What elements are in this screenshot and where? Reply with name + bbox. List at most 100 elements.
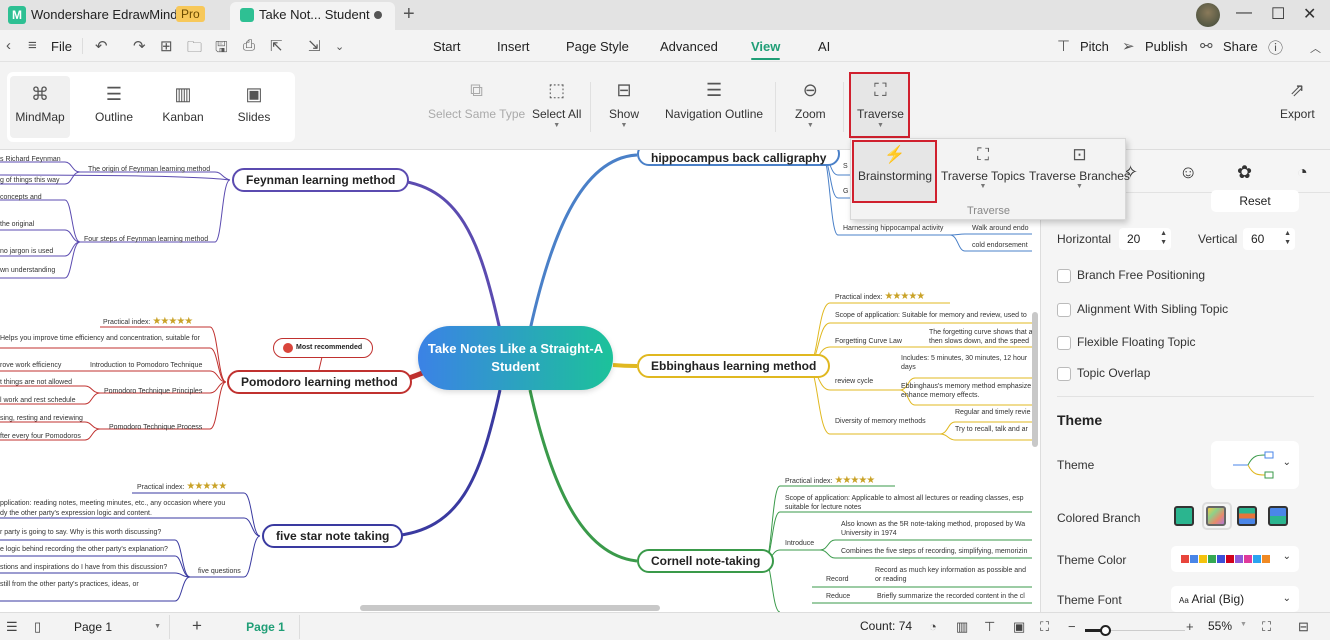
leaf-topic[interactable]: still from the other party's practices, … [0, 581, 139, 588]
leaf-topic[interactable]: sing, resting and reviewing [0, 415, 83, 422]
maximize-button[interactable]: ☐ [1271, 4, 1285, 24]
user-avatar[interactable] [1196, 3, 1220, 27]
subtopic[interactable]: Introduction to Pomodoro Technique [90, 362, 202, 369]
practical-index[interactable]: Practical index: ★★★★★ [785, 475, 875, 486]
brainstorming-button[interactable]: ⚡ Brainstorming [858, 145, 932, 183]
leaf-topic[interactable]: then slows down, and the speed [929, 338, 1029, 345]
unsaved-dot-icon[interactable] [374, 11, 382, 19]
pitch-icon[interactable]: ⊤ [1057, 37, 1070, 55]
practical-index[interactable]: Practical index: ★★★★★ [835, 291, 925, 302]
theme-flower-icon[interactable]: ✿ [1237, 162, 1252, 183]
subtopic[interactable]: Four steps of Feynman learning method [84, 236, 208, 243]
colored-branch-option-1[interactable] [1174, 506, 1194, 526]
subtopic[interactable]: Record [826, 576, 849, 583]
reset-button[interactable]: Reset [1211, 190, 1299, 212]
leaf-topic[interactable]: Combines the five steps of recording, si… [841, 548, 1027, 555]
leaf-topic[interactable]: Regular and timely revie [955, 409, 1030, 416]
subtopic[interactable]: Pomodoro Technique Principles [104, 388, 202, 395]
checkbox[interactable] [1057, 303, 1071, 317]
spinner-arrows-icon[interactable]: ▲ ▼ [1284, 229, 1291, 247]
subtopic[interactable]: Introduce [785, 540, 814, 547]
leaf-topic[interactable]: Also known as the 5R note-taking method,… [841, 521, 1025, 528]
horizontal-spacing-input[interactable]: 20 ▲ ▼ [1119, 228, 1171, 250]
subtopic[interactable]: review cycle [835, 378, 873, 385]
leaf-topic[interactable]: dy the other party's expression logic an… [0, 510, 152, 517]
leaf-topic[interactable]: Helps you improve time efficiency and co… [0, 335, 200, 342]
zoom-out-button[interactable]: − [1068, 619, 1076, 634]
leaf-topic[interactable]: pplication: reading notes, meeting minut… [0, 500, 225, 507]
topic-ebbinghaus[interactable]: Ebbinghaus learning method [637, 354, 831, 378]
new-icon[interactable]: ⊞ [160, 37, 173, 55]
navigation-outline-button[interactable]: ☰ Navigation Outline [665, 80, 763, 121]
back-icon[interactable]: ‹ [6, 37, 11, 54]
colored-branch-option-4[interactable] [1268, 506, 1288, 526]
subtopic[interactable]: Scope of application: Applicable to almo… [785, 495, 1024, 502]
leaf-topic[interactable]: stions and inspirations do I have from t… [0, 564, 167, 571]
share-icon[interactable]: ⚯ [1200, 37, 1213, 55]
leaf-topic[interactable]: rove work efficiency [0, 362, 61, 369]
navigation-outline-icon[interactable]: ☰ [6, 619, 18, 635]
tab-ai[interactable]: AI [818, 39, 830, 54]
emoji-icon[interactable]: ☺ [1179, 162, 1197, 183]
fullscreen-icon[interactable]: ⛶ [1262, 619, 1271, 635]
traverse-branches-button[interactable]: ⊡ Traverse Branches ▼ [1029, 145, 1130, 190]
subtopic[interactable]: Pomodoro Technique Process [109, 424, 202, 431]
book-view-icon[interactable]: ▥ [956, 619, 968, 635]
practical-index[interactable]: Practical index: ★★★★★ [137, 481, 227, 492]
tab-insert[interactable]: Insert [497, 39, 530, 54]
leaf-topic[interactable]: enhance memory effects. [901, 392, 979, 399]
tab-start[interactable]: Start [433, 39, 460, 54]
leaf-topic[interactable]: no jargon is used [0, 248, 53, 255]
topic-hippocampus[interactable]: hippocampus back calligraphy [637, 150, 841, 166]
leaf-topic[interactable]: The forgetting curve shows that a [929, 329, 1033, 336]
spinner-arrows-icon[interactable]: ▲ ▼ [1160, 229, 1167, 247]
subtopic[interactable]: Scope of application: Suitable for memor… [835, 312, 1027, 319]
publish-icon[interactable]: ➢ [1122, 37, 1135, 55]
page-selector[interactable]: Page 1 ▼ [64, 615, 170, 639]
practical-index[interactable]: Practical index: ★★★★★ [103, 316, 193, 327]
share-button[interactable]: Share [1223, 39, 1258, 54]
leaf-topic[interactable]: Briefly summarize the recorded content i… [877, 593, 1025, 600]
leaf-topic[interactable]: fter every four Pomodoros [0, 433, 81, 440]
colored-branch-option-3[interactable] [1237, 506, 1257, 526]
tab-page-style[interactable]: Page Style [566, 39, 629, 54]
leaf-topic[interactable]: r party is going to say. Why is this wor… [0, 529, 161, 536]
leaf-topic[interactable]: or reading [875, 576, 907, 583]
new-tab-button[interactable]: + [403, 3, 415, 26]
fit-width-icon[interactable]: ⊟ [1298, 619, 1309, 635]
show-button[interactable]: ⊟ Show ▼ [609, 80, 639, 129]
page-panel-icon[interactable]: ▯ [34, 619, 41, 635]
help-icon[interactable]: ⓘ [1268, 37, 1283, 58]
leaf-topic[interactable]: concepts and [0, 194, 42, 201]
zoom-level[interactable]: 55% [1208, 619, 1232, 633]
fullscreen-fit-icon[interactable]: ⛶ [1040, 619, 1049, 635]
document-tab[interactable]: Take Not... Student [230, 2, 395, 30]
print-icon[interactable]: ⎙ [243, 37, 255, 54]
redo-icon[interactable]: ↷ [133, 37, 146, 55]
slides-view-button[interactable]: ▣ Slides [224, 76, 284, 138]
subtopic[interactable]: Diversity of memory methods [835, 418, 926, 425]
pitch-button[interactable]: Pitch [1080, 39, 1109, 54]
outline-view-button[interactable]: ☰ Outline [84, 76, 144, 138]
topic-five-star[interactable]: five star note taking [262, 524, 404, 548]
topic-cornell[interactable]: Cornell note-taking [637, 549, 775, 573]
checkbox[interactable] [1057, 367, 1071, 381]
file-menu[interactable]: File [51, 39, 72, 54]
history-clock-icon[interactable]: ◔ [1297, 162, 1308, 183]
leaf-topic[interactable]: t things are not allowed [0, 379, 72, 386]
central-topic[interactable]: Take Notes Like a Straight-A Student [418, 326, 613, 390]
subtopic[interactable]: suitable for lecture notes [785, 504, 861, 511]
leaf-topic[interactable]: Try to recall, talk and ar [955, 426, 1028, 433]
mindmap-view-button[interactable]: ⌘ MindMap [10, 76, 70, 138]
leaf-topic[interactable]: Walk around endo [972, 225, 1029, 232]
topic-feynman[interactable]: Feynman learning method [232, 168, 410, 192]
subtopic[interactable]: G [843, 188, 848, 195]
topic-pomodoro[interactable]: Pomodoro learning method [227, 370, 412, 394]
leaf-topic[interactable]: Includes: 5 minutes, 30 minutes, 12 hour [901, 355, 1027, 362]
colored-branch-option-2[interactable] [1206, 506, 1226, 526]
subtopic[interactable]: Harnessing hippocampal activity [843, 225, 943, 232]
select-all-button[interactable]: ⬚ Select All ▼ [532, 80, 581, 129]
kanban-view-button[interactable]: ▥ Kanban [153, 76, 213, 138]
mouse-mode-icon[interactable]: ◔ [929, 619, 937, 634]
minimize-button[interactable]: — [1236, 4, 1252, 22]
